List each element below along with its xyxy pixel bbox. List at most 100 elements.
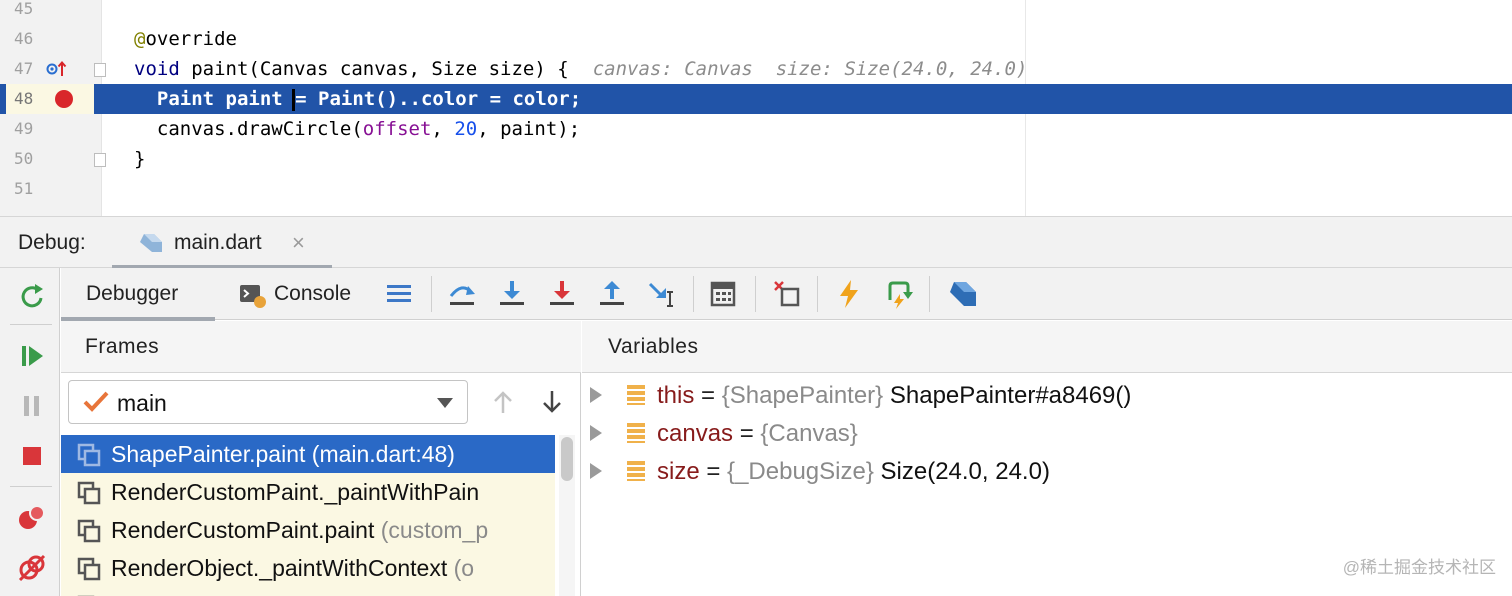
- frame-icon: [77, 519, 101, 543]
- frame-row-selected[interactable]: ShapePainter.paint (main.dart:48): [61, 435, 555, 473]
- variable-type: {_DebugSize}: [727, 458, 874, 485]
- expand-arrow-icon[interactable]: [590, 387, 602, 403]
- pause-icon[interactable]: [16, 390, 48, 422]
- variable-row-this[interactable]: this = {ShapePainter} ShapePainter#a8469…: [582, 376, 1512, 414]
- drop-frame-icon[interactable]: [771, 278, 803, 310]
- code-text[interactable]: canvas.drawCircle(offset, 20, paint);: [134, 114, 580, 144]
- scrollbar-thumb[interactable]: [561, 437, 573, 481]
- evaluate-expression-icon[interactable]: [707, 278, 739, 310]
- debug-side-toolbar: [0, 268, 60, 596]
- code-text[interactable]: Paint paint = Paint()..color = color;: [134, 84, 581, 114]
- separator: [431, 276, 432, 312]
- frame-location: (custom_p: [374, 517, 489, 543]
- line-number: 49: [14, 119, 34, 138]
- variable-row-canvas[interactable]: canvas = {Canvas}: [582, 414, 1512, 452]
- expand-arrow-icon[interactable]: [590, 463, 602, 479]
- variable-type: {Canvas}: [760, 420, 858, 447]
- frame-row[interactable]: RenderCustomPaint._paintWithPain: [61, 473, 555, 511]
- frame-name: RenderObject._paintWithContext: [111, 555, 448, 581]
- inline-debug-hint: canvas: Canvas size: Size(24.0, 24.0): [592, 58, 1028, 80]
- rerun-icon[interactable]: [16, 280, 48, 312]
- resume-icon[interactable]: [16, 340, 48, 372]
- variable-row-size[interactable]: size = {_DebugSize} Size(24.0, 24.0): [582, 452, 1512, 490]
- line-number: 47: [14, 59, 34, 78]
- frame-row[interactable]: [61, 587, 555, 596]
- code-line-47[interactable]: 47 void paint(Canvas canvas, Size size) …: [0, 54, 1512, 84]
- tab-console-label: Console: [274, 282, 352, 305]
- tab-debugger-label: Debugger: [86, 282, 179, 305]
- code-text[interactable]: }: [134, 144, 145, 174]
- hot-reload-icon[interactable]: [833, 278, 865, 310]
- expand-arrow-icon[interactable]: [590, 425, 602, 441]
- frame-row[interactable]: RenderObject._paintWithContext (o: [61, 549, 555, 587]
- stop-icon[interactable]: [16, 440, 48, 472]
- breakpoint-icon[interactable]: [55, 90, 73, 108]
- separator: [817, 276, 818, 312]
- dart-icon: [138, 232, 164, 254]
- run-to-cursor-icon[interactable]: [646, 278, 678, 310]
- step-out-icon[interactable]: [596, 278, 628, 310]
- debug-session-tab[interactable]: main.dart ×: [112, 217, 332, 269]
- code-line-48-current[interactable]: 48 Paint paint = Paint()..color = color;: [0, 84, 1512, 114]
- code-line-50[interactable]: 50 }: [0, 144, 1512, 174]
- frames-panel: Frames main ShapePainter.paint (main.dar…: [61, 321, 581, 596]
- frame-icon: [77, 481, 101, 505]
- fold-marker-icon[interactable]: [94, 63, 106, 77]
- separator: [10, 324, 52, 325]
- variable-name: size: [657, 458, 700, 485]
- mute-breakpoints-icon[interactable]: [16, 552, 48, 584]
- debug-title: Debug:: [18, 231, 86, 254]
- frames-list[interactable]: ShapePainter.paint (main.dart:48) Render…: [61, 435, 555, 596]
- variables-header: Variables: [582, 321, 1512, 373]
- variable-value: Size(24.0, 24.0): [873, 458, 1050, 485]
- console-icon: [239, 283, 267, 309]
- line-number: 51: [14, 179, 34, 198]
- separator: [10, 486, 52, 487]
- debug-tool-window-header: Debug: main.dart ×: [0, 216, 1512, 269]
- variables-title: Variables: [608, 335, 699, 358]
- debugger-toolbar: Debugger Console: [61, 268, 1512, 321]
- check-icon: [81, 387, 111, 417]
- chevron-down-icon: [437, 398, 453, 408]
- code-editor[interactable]: 45 46 @override 47 void paint(Canvas can…: [0, 0, 1512, 216]
- previous-frame-arrow-icon[interactable]: [490, 389, 516, 415]
- settings-menu-icon[interactable]: [383, 278, 415, 310]
- code-line-46[interactable]: 46 @override: [0, 24, 1512, 54]
- variable-name: canvas: [657, 420, 734, 447]
- frame-name: RenderCustomPaint._paintWithPain: [111, 479, 480, 505]
- step-over-icon[interactable]: [446, 278, 478, 310]
- view-breakpoints-icon[interactable]: [16, 502, 48, 534]
- frame-icon: [77, 443, 101, 467]
- tab-console[interactable]: Console: [237, 268, 377, 320]
- code-line-51[interactable]: 51: [0, 174, 1512, 204]
- separator: [693, 276, 694, 312]
- frames-header: Frames: [61, 321, 581, 373]
- force-step-into-icon[interactable]: [546, 278, 578, 310]
- frames-scrollbar[interactable]: [559, 435, 575, 596]
- hot-restart-icon[interactable]: [883, 278, 915, 310]
- tab-debugger[interactable]: Debugger: [61, 268, 215, 321]
- frame-name: ShapePainter.paint: [111, 441, 306, 467]
- thread-selector[interactable]: main: [68, 380, 468, 424]
- variable-value: ShapePainter#a8469(): [883, 382, 1132, 409]
- line-number: 45: [14, 0, 34, 18]
- step-into-icon[interactable]: [496, 278, 528, 310]
- code-line-45[interactable]: 45: [0, 0, 1512, 24]
- frame-row[interactable]: RenderCustomPaint.paint (custom_p: [61, 511, 555, 549]
- field-icon: [626, 422, 646, 444]
- override-marker-icon[interactable]: [46, 60, 68, 78]
- fold-marker-icon[interactable]: [94, 153, 106, 167]
- field-icon: [626, 460, 646, 482]
- next-frame-arrow-icon[interactable]: [539, 389, 565, 415]
- close-tab-icon[interactable]: ×: [292, 230, 305, 256]
- code-text[interactable]: @override: [134, 24, 237, 54]
- variable-type: {ShapePainter}: [721, 382, 884, 409]
- code-text[interactable]: void paint(Canvas canvas, Size size) {ca…: [134, 54, 1027, 84]
- variable-name: this: [657, 382, 695, 409]
- watermark: @稀土掘金技术社区: [1342, 558, 1496, 577]
- frames-title: Frames: [85, 335, 160, 358]
- code-line-49[interactable]: 49 canvas.drawCircle(offset, 20, paint);: [0, 114, 1512, 144]
- dart-devtools-icon[interactable]: [946, 278, 978, 310]
- line-number: 48: [6, 84, 94, 114]
- frame-icon: [77, 557, 101, 581]
